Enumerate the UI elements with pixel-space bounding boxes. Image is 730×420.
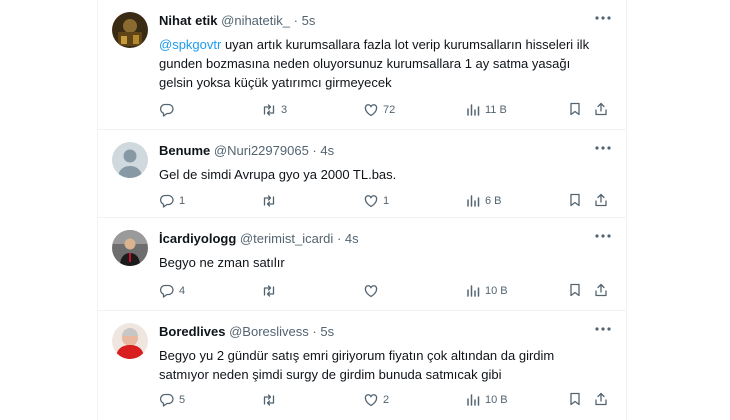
retweet-icon	[261, 102, 277, 118]
share-icon[interactable]	[593, 391, 609, 407]
display-name[interactable]: İcardiyologg	[159, 231, 236, 246]
reply-button[interactable]: 1	[159, 192, 185, 210]
user-handle[interactable]: @nihatetik_	[221, 13, 290, 28]
views-button[interactable]: 10 B	[465, 282, 508, 300]
tweet-4[interactable]: Boredlives @Boreslivess · 5s Begyo yu 2 …	[98, 311, 626, 420]
separator-dot: ·	[312, 143, 317, 158]
retweet-icon	[261, 283, 277, 299]
views-button[interactable]: 6 B	[465, 192, 502, 210]
like-icon	[363, 193, 379, 209]
user-handle[interactable]: @terimist_icardi	[240, 231, 333, 246]
retweet-count: 3	[281, 104, 288, 116]
reply-count: 4	[179, 285, 186, 297]
views-count: 10 B	[485, 394, 508, 406]
action-bar: 1 1 6 B	[159, 192, 609, 210]
separator-dot: ·	[312, 324, 317, 339]
more-icon[interactable]	[594, 140, 612, 156]
reply-icon	[159, 392, 175, 408]
retweet-button[interactable]	[261, 192, 281, 210]
retweet-button[interactable]	[261, 282, 281, 300]
display-name[interactable]: Nihat etik	[159, 13, 218, 28]
separator-dot: ·	[336, 231, 342, 246]
user-handle[interactable]: @Boreslivess	[229, 324, 309, 339]
retweet-button[interactable]: 3	[261, 101, 287, 119]
tweet-header: İcardiyologg @terimist_icardi · 4s	[159, 230, 359, 248]
like-button[interactable]: 72	[363, 101, 395, 119]
timestamp[interactable]: 4s	[320, 143, 334, 158]
timestamp[interactable]: 5s	[320, 324, 334, 339]
bookmark-icon[interactable]	[567, 391, 583, 407]
tweet-1[interactable]: Nihat etik @nihatetik_ · 5s @spkgovtr uy…	[98, 0, 626, 130]
display-name[interactable]: Boredlives	[159, 324, 225, 339]
timestamp[interactable]: 5s	[302, 13, 316, 28]
like-button[interactable]: 1	[363, 192, 389, 210]
bookmark-icon[interactable]	[567, 192, 583, 208]
views-button[interactable]: 10 B	[465, 391, 508, 409]
action-bar: 3 72 11 B	[159, 101, 609, 119]
share-icon[interactable]	[593, 282, 609, 298]
tweet-text: Begyo ne zman satılır	[159, 255, 285, 270]
more-icon[interactable]	[594, 321, 612, 337]
views-count: 10 B	[485, 285, 508, 297]
separator-dot: ·	[293, 13, 298, 28]
tweet-text: Gel de simdi Avrupa gyo ya 2000 TL.bas.	[159, 167, 397, 182]
views-count: 11 B	[485, 104, 507, 116]
like-icon	[363, 283, 379, 299]
like-button[interactable]: 2	[363, 391, 389, 409]
share-icon[interactable]	[593, 101, 609, 117]
views-icon	[465, 392, 481, 408]
more-icon[interactable]	[594, 10, 612, 26]
like-count: 2	[383, 394, 390, 406]
reply-button[interactable]: 4	[159, 282, 185, 300]
retweet-button[interactable]	[261, 391, 281, 409]
user-handle[interactable]: @Nuri22979065	[214, 143, 309, 158]
tweet-text-content: uyan artık kurumsallara fazla lot verip …	[159, 37, 590, 90]
reply-button[interactable]: 5	[159, 391, 185, 409]
views-button[interactable]: 11 B	[465, 101, 507, 119]
like-button[interactable]	[363, 282, 383, 300]
avatar[interactable]	[112, 323, 148, 359]
views-count: 6 B	[485, 195, 502, 207]
views-icon	[465, 283, 481, 299]
reply-count: 5	[179, 394, 186, 406]
more-icon[interactable]	[594, 228, 612, 244]
avatar[interactable]	[112, 230, 148, 266]
action-bar: 5 2 10 B	[159, 391, 609, 409]
reply-icon	[159, 102, 175, 118]
bookmark-icon[interactable]	[567, 101, 583, 117]
views-icon	[465, 193, 481, 209]
like-count: 72	[383, 104, 396, 116]
reply-button[interactable]	[159, 101, 179, 119]
reply-icon	[159, 193, 175, 209]
like-icon	[363, 102, 379, 118]
action-bar: 4 10 B	[159, 282, 609, 300]
like-count: 1	[383, 195, 390, 207]
tweet-header: Nihat etik @nihatetik_ · 5s	[159, 12, 315, 30]
avatar[interactable]	[112, 12, 148, 48]
like-icon	[363, 392, 379, 408]
views-icon	[465, 102, 481, 118]
retweet-icon	[261, 193, 277, 209]
mention-link[interactable]: @spkgovtr	[159, 37, 221, 52]
tweet-3[interactable]: İcardiyologg @terimist_icardi · 4s Begyo…	[98, 218, 626, 311]
avatar[interactable]	[112, 142, 148, 178]
tweet-2[interactable]: Benume @Nuri22979065 · 4s Gel de simdi A…	[98, 130, 626, 218]
share-icon[interactable]	[593, 192, 609, 208]
reply-count: 1	[179, 195, 186, 207]
display-name[interactable]: Benume	[159, 143, 210, 158]
bookmark-icon[interactable]	[567, 282, 583, 298]
tweet-header: Benume @Nuri22979065 · 4s	[159, 142, 334, 160]
retweet-icon	[261, 392, 277, 408]
timestamp[interactable]: 4s	[345, 231, 359, 246]
tweet-text: @spkgovtr uyan artık kurumsallara fazla …	[159, 35, 604, 92]
tweet-text: Begyo yu 2 gündür satış emri giriyorum f…	[159, 348, 555, 382]
tweet-header: Boredlives @Boreslivess · 5s	[159, 323, 334, 341]
reply-icon	[159, 283, 175, 299]
reply-thread: Nihat etik @nihatetik_ · 5s @spkgovtr uy…	[97, 0, 627, 420]
